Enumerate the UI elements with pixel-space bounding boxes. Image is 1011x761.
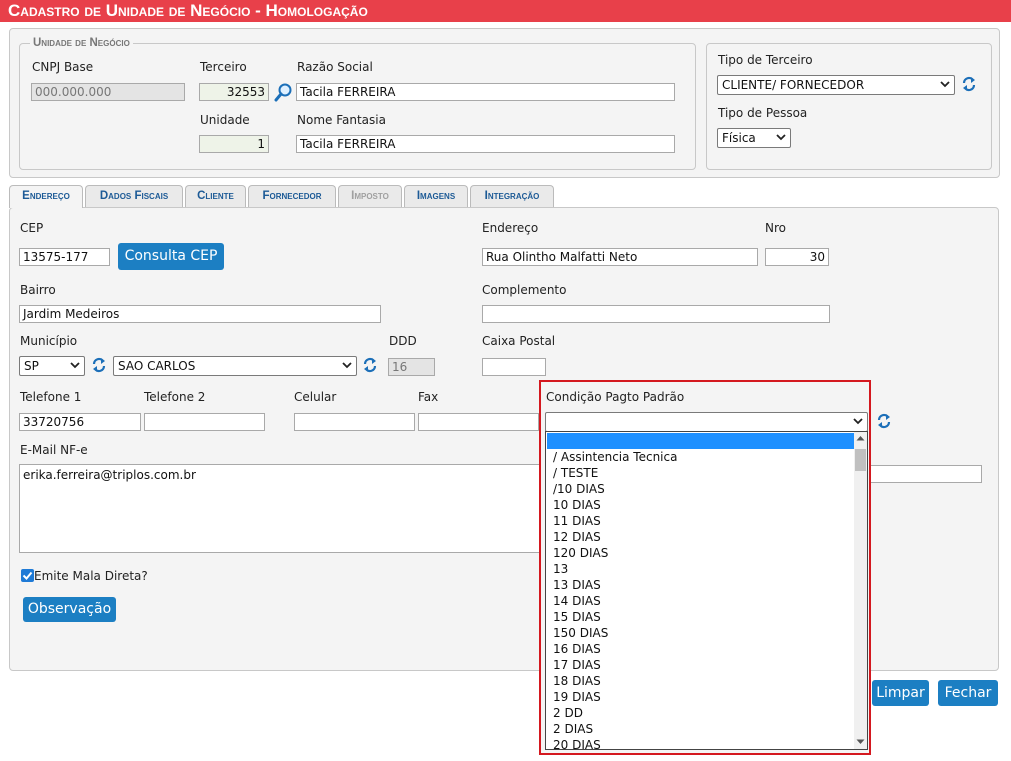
cidade-value: SAO CARLOS xyxy=(118,359,196,373)
cep-field[interactable]: 13575-177 xyxy=(19,248,110,266)
email-textarea[interactable]: erika.ferreira@triplos.com.br xyxy=(19,464,549,553)
limpar-button[interactable]: Limpar xyxy=(872,680,929,706)
tab-cliente[interactable]: Cliente xyxy=(185,185,246,207)
uf-value: SP xyxy=(24,359,39,373)
tab-endereco[interactable]: Endereço xyxy=(9,185,83,208)
mala-direta-label: Emite Mala Direta? xyxy=(34,569,148,583)
mala-direta-checkbox[interactable] xyxy=(21,569,34,582)
refresh-icon[interactable] xyxy=(876,413,892,432)
unidade-field[interactable]: 1 xyxy=(199,135,269,153)
side-field[interactable] xyxy=(866,465,982,483)
telefone1-field[interactable]: 33720756 xyxy=(19,413,141,431)
nro-field[interactable]: 30 xyxy=(765,248,829,266)
telefone1-label: Telefone 1 xyxy=(20,390,82,404)
terceiro-field[interactable]: 32553 xyxy=(199,83,269,101)
tipo-pessoa-select[interactable]: Física xyxy=(717,128,791,148)
ddd-label: DDD xyxy=(389,334,417,348)
nro-label: Nro xyxy=(765,221,786,235)
telefone2-label: Telefone 2 xyxy=(144,390,206,404)
bairro-label: Bairro xyxy=(20,283,56,297)
caixa-postal-field[interactable] xyxy=(482,358,546,376)
endereco-field[interactable]: Rua Olintho Malfatti Neto xyxy=(482,248,758,266)
unidade-label: Unidade xyxy=(200,113,250,127)
search-icon[interactable] xyxy=(274,82,294,102)
highlight-box xyxy=(539,380,871,755)
tipo-pessoa-value: Física xyxy=(722,131,756,145)
chevron-down-icon xyxy=(342,362,352,369)
nome-fantasia-field[interactable]: Tacila FERREIRA xyxy=(296,135,675,153)
chevron-down-icon xyxy=(940,81,950,88)
cnpj-label: CNPJ Base xyxy=(32,60,94,74)
tab-imagens[interactable]: Imagens xyxy=(404,185,468,207)
chevron-down-icon xyxy=(776,134,786,141)
tipo-pessoa-label: Tipo de Pessoa xyxy=(718,106,808,120)
uf-select[interactable]: SP xyxy=(19,356,85,376)
telefone2-field[interactable] xyxy=(144,413,265,431)
consulta-cep-button[interactable]: Consulta CEP xyxy=(118,243,224,270)
caixa-postal-label: Caixa Postal xyxy=(482,334,556,348)
razao-social-field[interactable]: Tacila FERREIRA xyxy=(296,83,675,101)
tipo-terceiro-select[interactable]: CLIENTE/ FORNECEDOR xyxy=(717,75,955,95)
fechar-button[interactable]: Fechar xyxy=(938,680,998,706)
email-label: E-Mail NF-e xyxy=(20,443,88,457)
tab-dados-fiscais[interactable]: Dados Fiscais xyxy=(85,185,183,207)
fax-field[interactable] xyxy=(418,413,539,431)
tab-imposto[interactable]: Imposto xyxy=(338,185,402,207)
endereco-label: Endereço xyxy=(482,221,539,235)
municipio-label: Município xyxy=(20,334,78,348)
observacao-button[interactable]: Observação xyxy=(23,597,116,622)
refresh-icon[interactable] xyxy=(91,357,107,376)
cep-label: CEP xyxy=(20,221,44,235)
refresh-icon[interactable] xyxy=(362,357,378,376)
complemento-label: Complemento xyxy=(482,283,567,297)
fantasia-label: Nome Fantasia xyxy=(297,113,386,127)
bairro-field[interactable]: Jardim Medeiros xyxy=(19,305,381,323)
complemento-field[interactable] xyxy=(482,305,830,323)
cnpj-field[interactable]: 000.000.000 xyxy=(31,83,185,101)
refresh-icon[interactable] xyxy=(961,76,977,95)
celular-label: Celular xyxy=(294,390,337,404)
celular-field[interactable] xyxy=(294,413,415,431)
chevron-down-icon xyxy=(70,362,80,369)
tab-fornecedor[interactable]: Fornecedor xyxy=(248,185,336,207)
window-title: Cadastro de Unidade de Negócio - Homolog… xyxy=(0,0,1011,22)
razao-label: Razão Social xyxy=(297,60,373,74)
tipo-terceiro-value: CLIENTE/ FORNECEDOR xyxy=(722,78,865,92)
terceiro-label: Terceiro xyxy=(200,60,247,74)
fax-label: Fax xyxy=(418,390,439,404)
ddd-field[interactable]: 16 xyxy=(388,358,435,376)
tipo-terceiro-label: Tipo de Terceiro xyxy=(718,53,813,67)
cidade-select[interactable]: SAO CARLOS xyxy=(113,356,357,376)
tab-integracao[interactable]: Integração xyxy=(470,185,554,207)
unidade-legend: Unidade de Negócio xyxy=(30,37,133,49)
